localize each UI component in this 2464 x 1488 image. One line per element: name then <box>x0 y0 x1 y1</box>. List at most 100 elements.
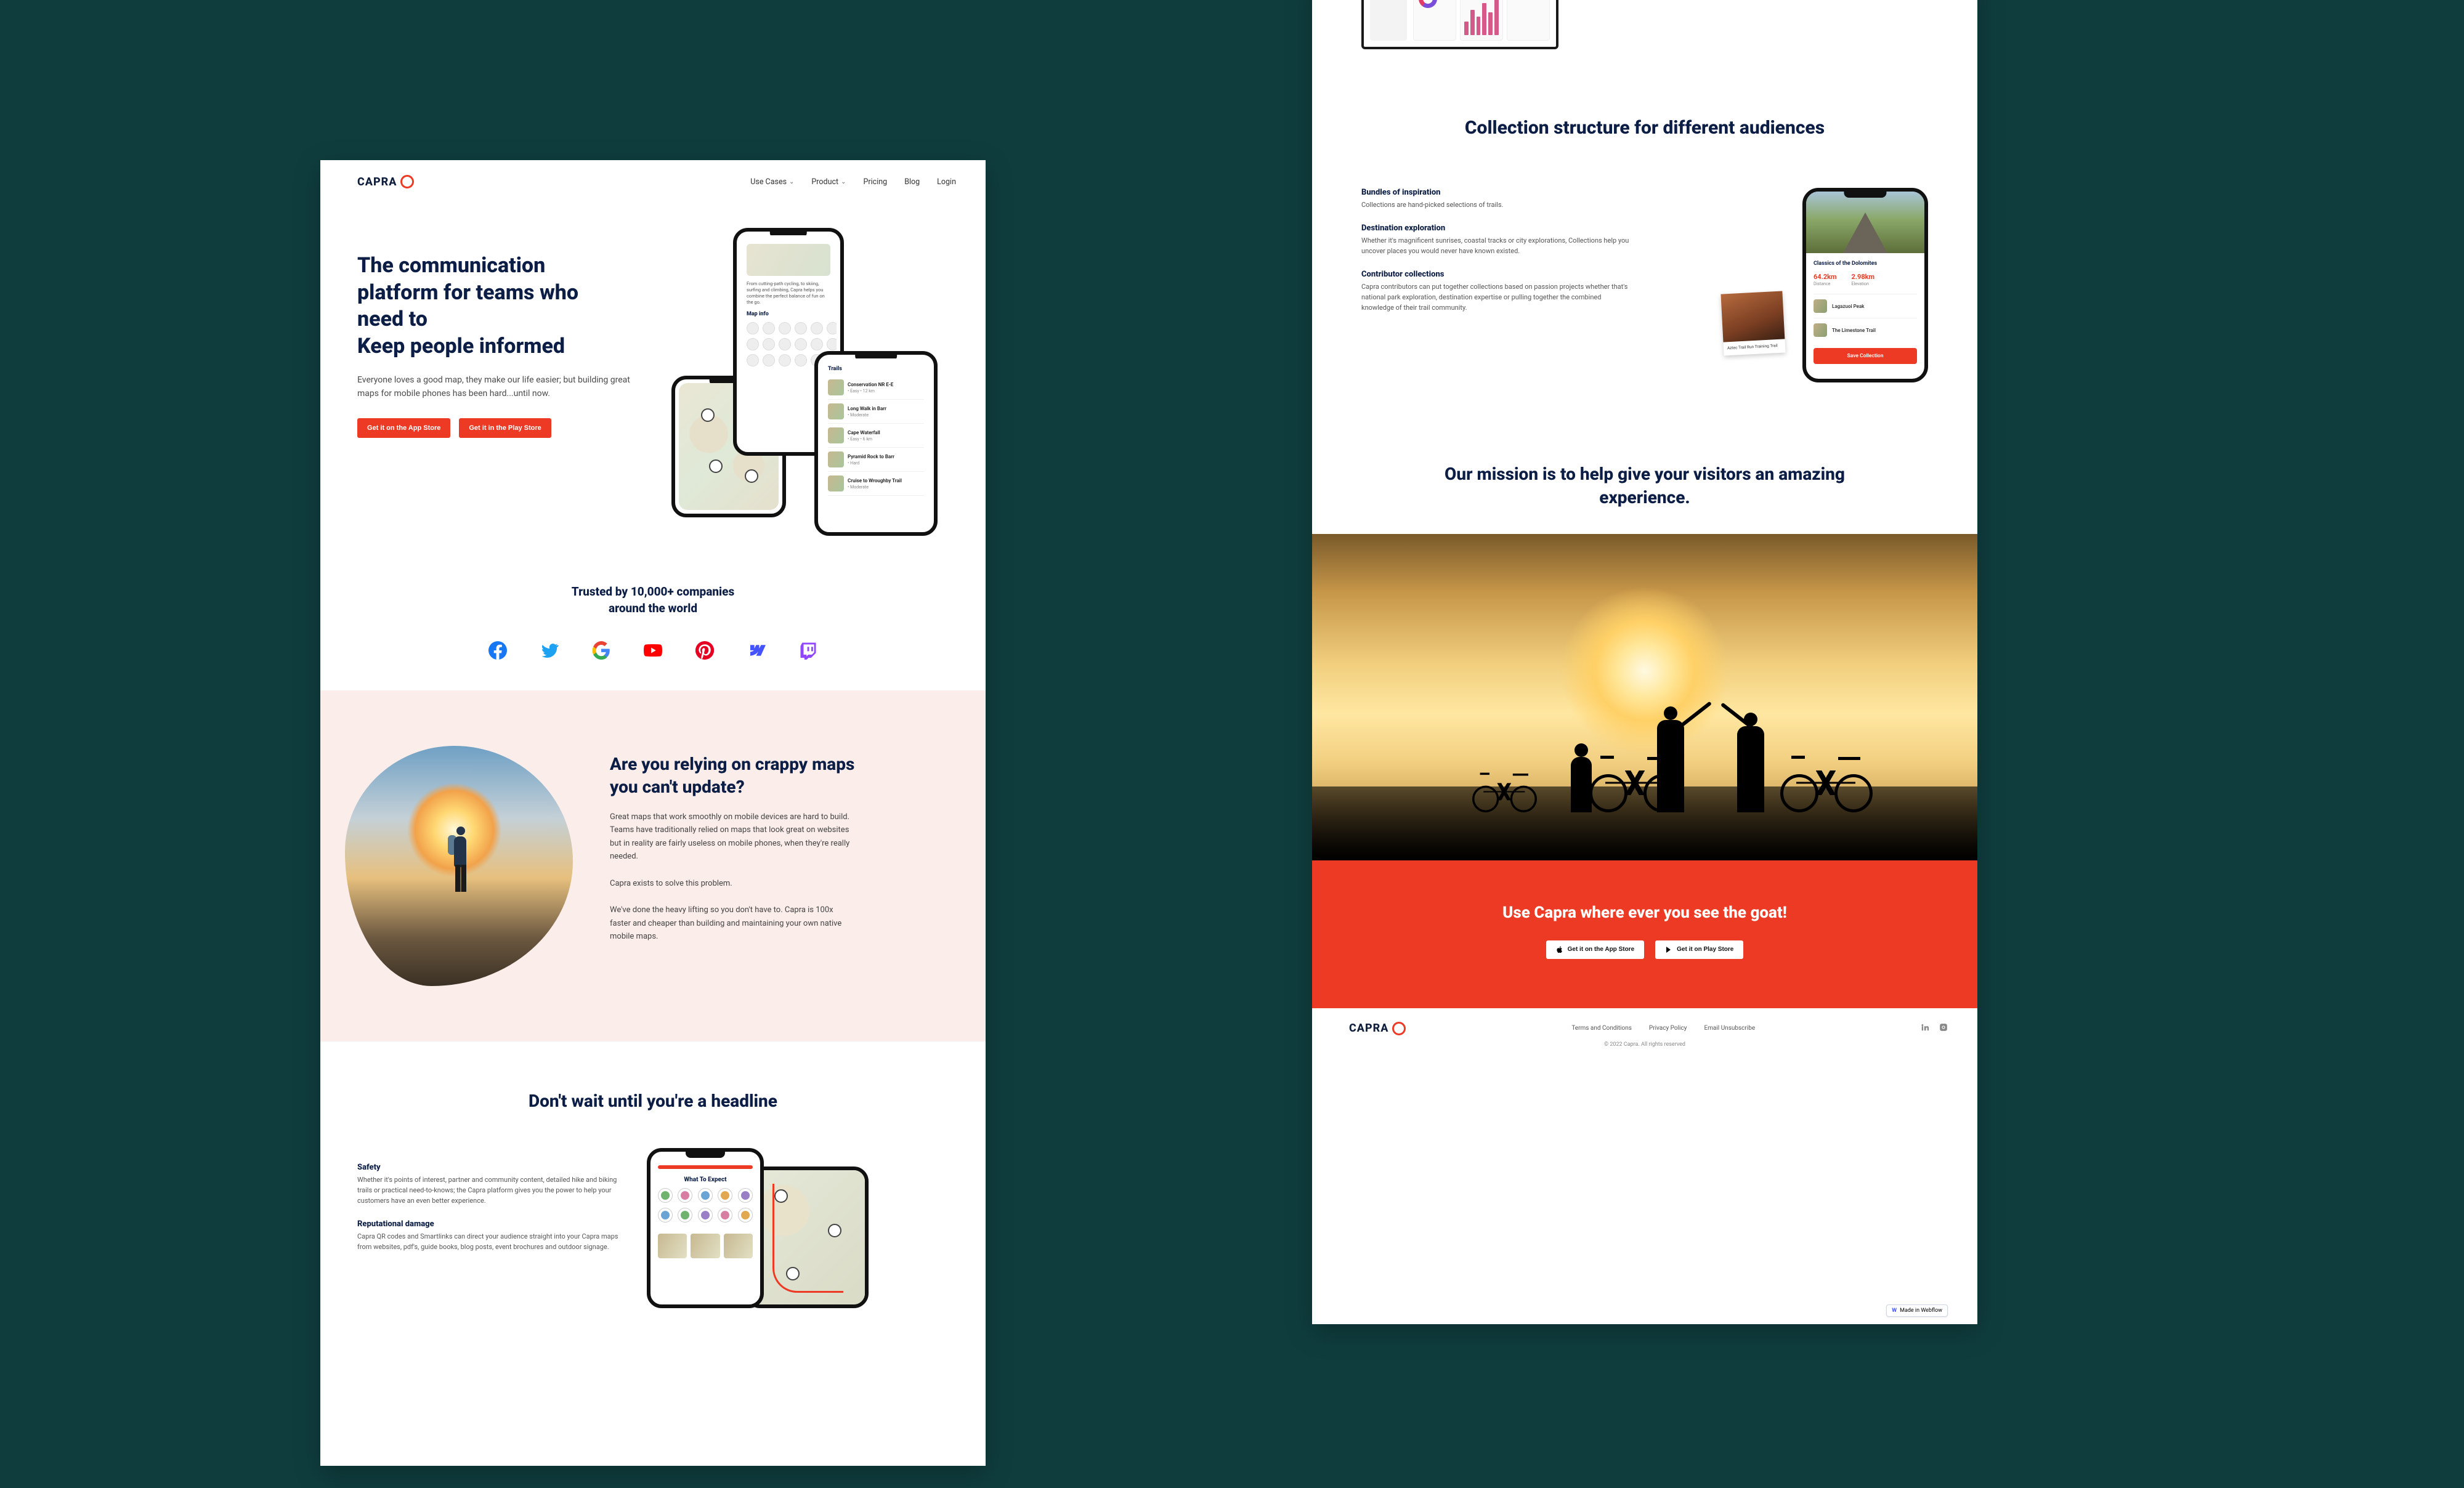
hero-body: Everyone loves a good map, they make our… <box>357 373 641 401</box>
instagram-icon[interactable] <box>1939 1023 1948 1033</box>
trail-row: Pyramid Rock to Barr • Hard <box>828 448 924 472</box>
trail-sub: • Easy • 6 km <box>848 437 880 442</box>
play-store-label: Get it on Play Store <box>1677 946 1733 953</box>
headline-phone-expect: What To Expect <box>647 1148 764 1308</box>
trail-name: The Limestone Trail <box>1832 328 1876 333</box>
collection-b3-h: Contributor collections <box>1361 270 1685 279</box>
trail-name: Long Walk in Barr <box>848 406 886 411</box>
thumb <box>658 1234 687 1258</box>
brand[interactable]: CAPRA <box>357 175 414 188</box>
feature-icon <box>718 1188 732 1203</box>
dashboard-blurb: feedback before, during and after their … <box>1312 0 1977 74</box>
trail-sub: • Hard <box>848 461 894 466</box>
trail-row: Cape Waterfall• Easy • 6 km <box>828 424 924 448</box>
google-icon <box>592 641 610 660</box>
collection-phone-header <box>1806 192 1924 253</box>
hero-heading-l4: Keep people informed <box>357 334 565 358</box>
feature-para-2: Capra exists to solve this problem. <box>610 877 850 890</box>
trail-sub: • Moderate <box>848 413 886 418</box>
youtube-icon <box>644 641 662 660</box>
trail-name: Pyramid Rock to Barr <box>848 454 894 459</box>
hero-phone-trails: Trails Conservation NR E-E• Easy • 12 km… <box>814 351 938 536</box>
stat-distance-value: 64.2km <box>1814 273 1837 281</box>
blob-shape <box>345 746 573 986</box>
thumb <box>724 1234 753 1258</box>
app-store-button[interactable]: Get it on the App Store <box>357 418 450 438</box>
app-store-button[interactable]: Get it on the App Store <box>1546 940 1645 959</box>
nav-use-cases[interactable]: Use Cases⌄ <box>750 177 794 187</box>
nav-blog[interactable]: Blog <box>904 177 920 187</box>
mission-section: Our mission is to help give your visitor… <box>1312 444 1977 534</box>
bar-chart-icon <box>1464 0 1499 35</box>
nav-pricing[interactable]: Pricing <box>864 177 888 187</box>
play-store-button[interactable]: Get it in the Play Store <box>459 418 551 438</box>
trust-heading-l1: Trusted by 10,000+ companies <box>572 584 734 599</box>
headline-heading: Don't wait until you're a headline <box>357 1091 949 1111</box>
phone-notch <box>1844 190 1886 198</box>
trail-thumb <box>828 427 844 443</box>
save-collection-button[interactable]: Save Collection <box>1814 348 1917 364</box>
footer-privacy[interactable]: Privacy Policy <box>1649 1025 1687 1032</box>
collection-b1-h: Bundles of inspiration <box>1361 188 1685 197</box>
map-pin-icon <box>745 469 758 483</box>
hero-heading-l1: The communication <box>357 253 545 278</box>
feature-icon <box>738 1208 753 1223</box>
sunset-hero-image <box>1312 534 1977 860</box>
trail-name: Conservation NR E-E <box>848 382 893 387</box>
activity-icon <box>747 354 759 366</box>
mission-heading: Our mission is to help give your visitor… <box>1411 463 1879 509</box>
twitch-icon <box>799 641 817 660</box>
nav-product[interactable]: Product⌄ <box>811 177 846 187</box>
activity-icon <box>763 322 775 334</box>
activity-icon <box>779 354 791 366</box>
map-pin-icon <box>701 408 715 422</box>
store-buttons: Get it on the App Store Get it on Play S… <box>1312 940 1977 959</box>
child-silhouette <box>1571 757 1592 812</box>
trails-label: Trails <box>828 366 924 372</box>
collection-text: Bundles of inspiration Collections are h… <box>1361 188 1685 382</box>
collection-phone-title: Classics of the Dolomites <box>1814 261 1917 267</box>
collection-item: Lagazuoi Peak <box>1814 294 1917 318</box>
footer-brand[interactable]: CAPRA <box>1349 1022 1406 1035</box>
collection-block-2: Destination exploration Whether it's mag… <box>1361 224 1685 256</box>
activity-icon <box>747 338 759 350</box>
dashboard-card <box>1460 0 1503 41</box>
phone-trails-content: Trails Conservation NR E-E• Easy • 12 km… <box>822 358 930 528</box>
headline-block-safety: Safety Whether it's points of interest, … <box>357 1163 622 1206</box>
arm-silhouette <box>1676 701 1712 730</box>
thumb <box>691 1234 719 1258</box>
nav-blog-label: Blog <box>904 177 920 187</box>
hero-buttons: Get it on the App Store Get it in the Pl… <box>357 418 678 438</box>
bike-silhouette <box>1780 759 1873 812</box>
headline-phone-map <box>745 1167 869 1308</box>
hero-heading: The communication platform for teams who… <box>357 253 678 360</box>
stat-elevation-label: Elevation <box>1852 281 1869 286</box>
collection-section: Collection structure for different audie… <box>1312 74 1977 444</box>
activity-icon <box>763 354 775 366</box>
linkedin-icon[interactable] <box>1921 1023 1929 1033</box>
footer-unsubscribe[interactable]: Email Unsubscribe <box>1704 1025 1755 1032</box>
dashboard-main <box>1413 0 1550 41</box>
stat-elevation: 2.98kmElevation <box>1852 273 1875 286</box>
footer-terms[interactable]: Terms and Conditions <box>1571 1025 1632 1032</box>
trail-row: Long Walk in Barr • Moderate <box>828 400 924 424</box>
chevron-down-icon: ⌄ <box>789 179 794 185</box>
collection-phone: Classics of the Dolomites 64.2kmDistance… <box>1802 188 1928 382</box>
webflow-badge[interactable]: W Made in Webflow <box>1886 1304 1948 1317</box>
stat-distance-label: Distance <box>1814 281 1830 286</box>
stat-distance: 64.2kmDistance <box>1814 273 1837 286</box>
donut-chart-icon <box>1419 0 1437 8</box>
brand-mark-icon <box>1392 1022 1406 1035</box>
trust-heading: Trusted by 10,000+ companies around the … <box>320 584 986 617</box>
activity-icon <box>779 322 791 334</box>
play-store-button[interactable]: Get it on Play Store <box>1655 940 1743 959</box>
headline-section: Don't wait until you're a headline Safet… <box>320 1041 986 1308</box>
dashboard-sidebar <box>1370 0 1407 41</box>
brand-name: CAPRA <box>357 176 397 188</box>
trail-thumb <box>828 475 844 491</box>
nav-login[interactable]: Login <box>937 177 956 187</box>
collection-item: The Limestone Trail <box>1814 318 1917 342</box>
trail-name: Cruise to Wroughby Trail <box>848 478 902 483</box>
collection-phone-body: Classics of the Dolomites 64.2kmDistance… <box>1806 253 1924 379</box>
cta-heading: Use Capra where ever you see the goat! <box>1312 904 1977 922</box>
